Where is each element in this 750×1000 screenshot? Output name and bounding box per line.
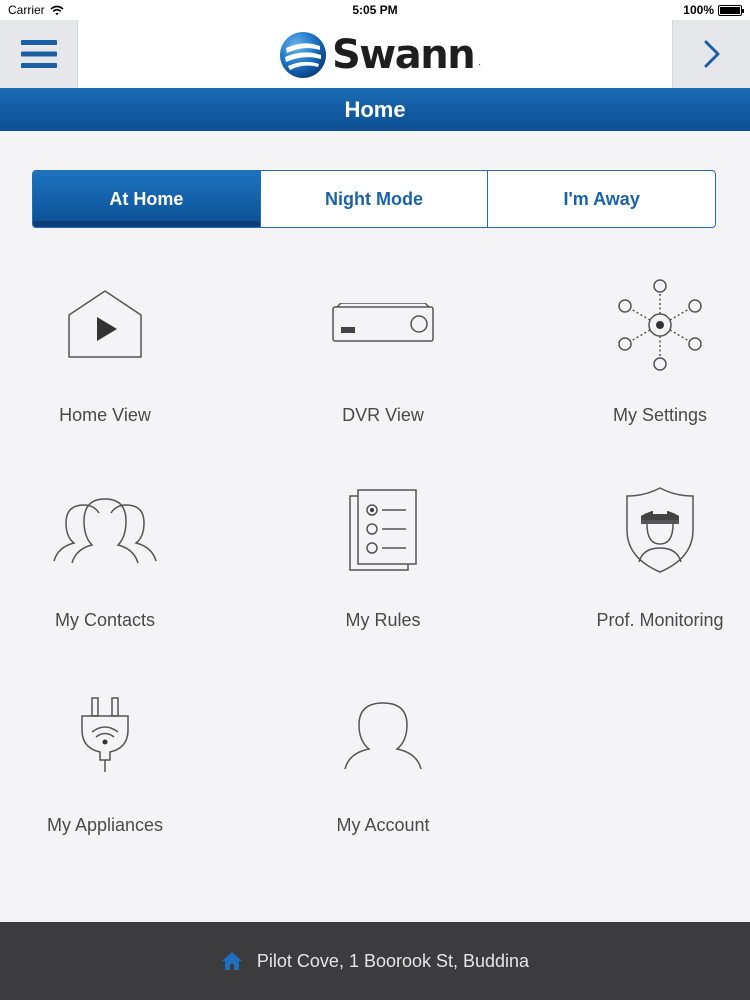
status-left: Carrier bbox=[8, 3, 64, 17]
status-time: 5:05 PM bbox=[352, 3, 398, 17]
home-view-tile[interactable]: Home View bbox=[0, 270, 230, 470]
home-icon bbox=[221, 952, 242, 970]
mode-at-home-button[interactable]: At Home bbox=[33, 171, 261, 227]
dvr-view-tile[interactable]: DVR View bbox=[258, 270, 508, 470]
prof-monitoring-label: Prof. Monitoring bbox=[596, 610, 724, 630]
battery-percent: 100% bbox=[683, 3, 714, 17]
settings-network-icon bbox=[605, 270, 715, 380]
contacts-icon bbox=[50, 475, 160, 585]
dvr-icon bbox=[328, 270, 438, 380]
my-rules-label: My Rules bbox=[345, 610, 421, 630]
status-bar: Carrier 5:05 PM 100% bbox=[0, 0, 750, 20]
my-settings-tile[interactable]: My Settings bbox=[535, 270, 750, 470]
my-appliances-tile[interactable]: My Appliances bbox=[0, 680, 230, 880]
my-account-tile[interactable]: My Account bbox=[258, 680, 508, 880]
security-guard-shield-icon bbox=[605, 475, 715, 585]
swann-logo: Swann . bbox=[278, 30, 481, 80]
logo-text: Swann bbox=[332, 32, 476, 78]
my-contacts-label: My Contacts bbox=[54, 610, 156, 630]
location-footer[interactable]: Pilot Cove, 1 Boorook St, Buddina bbox=[0, 922, 750, 1000]
mode-selector: At Home Night Mode I'm Away bbox=[32, 170, 716, 228]
my-appliances-label: My Appliances bbox=[46, 815, 164, 835]
chevron-right-icon bbox=[704, 40, 719, 68]
menu-button[interactable] bbox=[0, 20, 78, 88]
dvr-view-label: DVR View bbox=[342, 405, 424, 425]
my-account-label: My Account bbox=[336, 815, 430, 835]
status-right: 100% bbox=[683, 3, 744, 17]
my-contacts-tile[interactable]: My Contacts bbox=[0, 475, 230, 675]
logo-mark: . bbox=[478, 57, 481, 68]
home-view-label: Home View bbox=[59, 405, 151, 425]
battery-icon bbox=[718, 4, 744, 16]
page-title: Home bbox=[344, 96, 406, 122]
hamburger-menu-icon bbox=[20, 40, 57, 68]
prof-monitoring-tile[interactable]: Prof. Monitoring bbox=[535, 475, 750, 675]
location-address: Pilot Cove, 1 Boorook St, Buddina bbox=[256, 950, 530, 971]
wifi-icon bbox=[50, 5, 64, 15]
account-person-icon bbox=[328, 680, 438, 790]
mode-im-away-button[interactable]: I'm Away bbox=[488, 171, 715, 227]
app-header: Swann . bbox=[0, 20, 750, 88]
my-settings-label: My Settings bbox=[612, 405, 708, 425]
swann-logo-icon bbox=[280, 32, 326, 78]
carrier-label: Carrier bbox=[8, 3, 45, 17]
title-bar: Home bbox=[0, 88, 750, 131]
my-rules-tile[interactable]: My Rules bbox=[258, 475, 508, 675]
rules-checklist-icon bbox=[328, 475, 438, 585]
next-button[interactable] bbox=[672, 20, 750, 88]
home-play-icon bbox=[50, 270, 160, 380]
battery-fill bbox=[720, 6, 740, 14]
mode-night-mode-button[interactable]: Night Mode bbox=[261, 171, 489, 227]
smart-plug-icon bbox=[50, 680, 160, 790]
